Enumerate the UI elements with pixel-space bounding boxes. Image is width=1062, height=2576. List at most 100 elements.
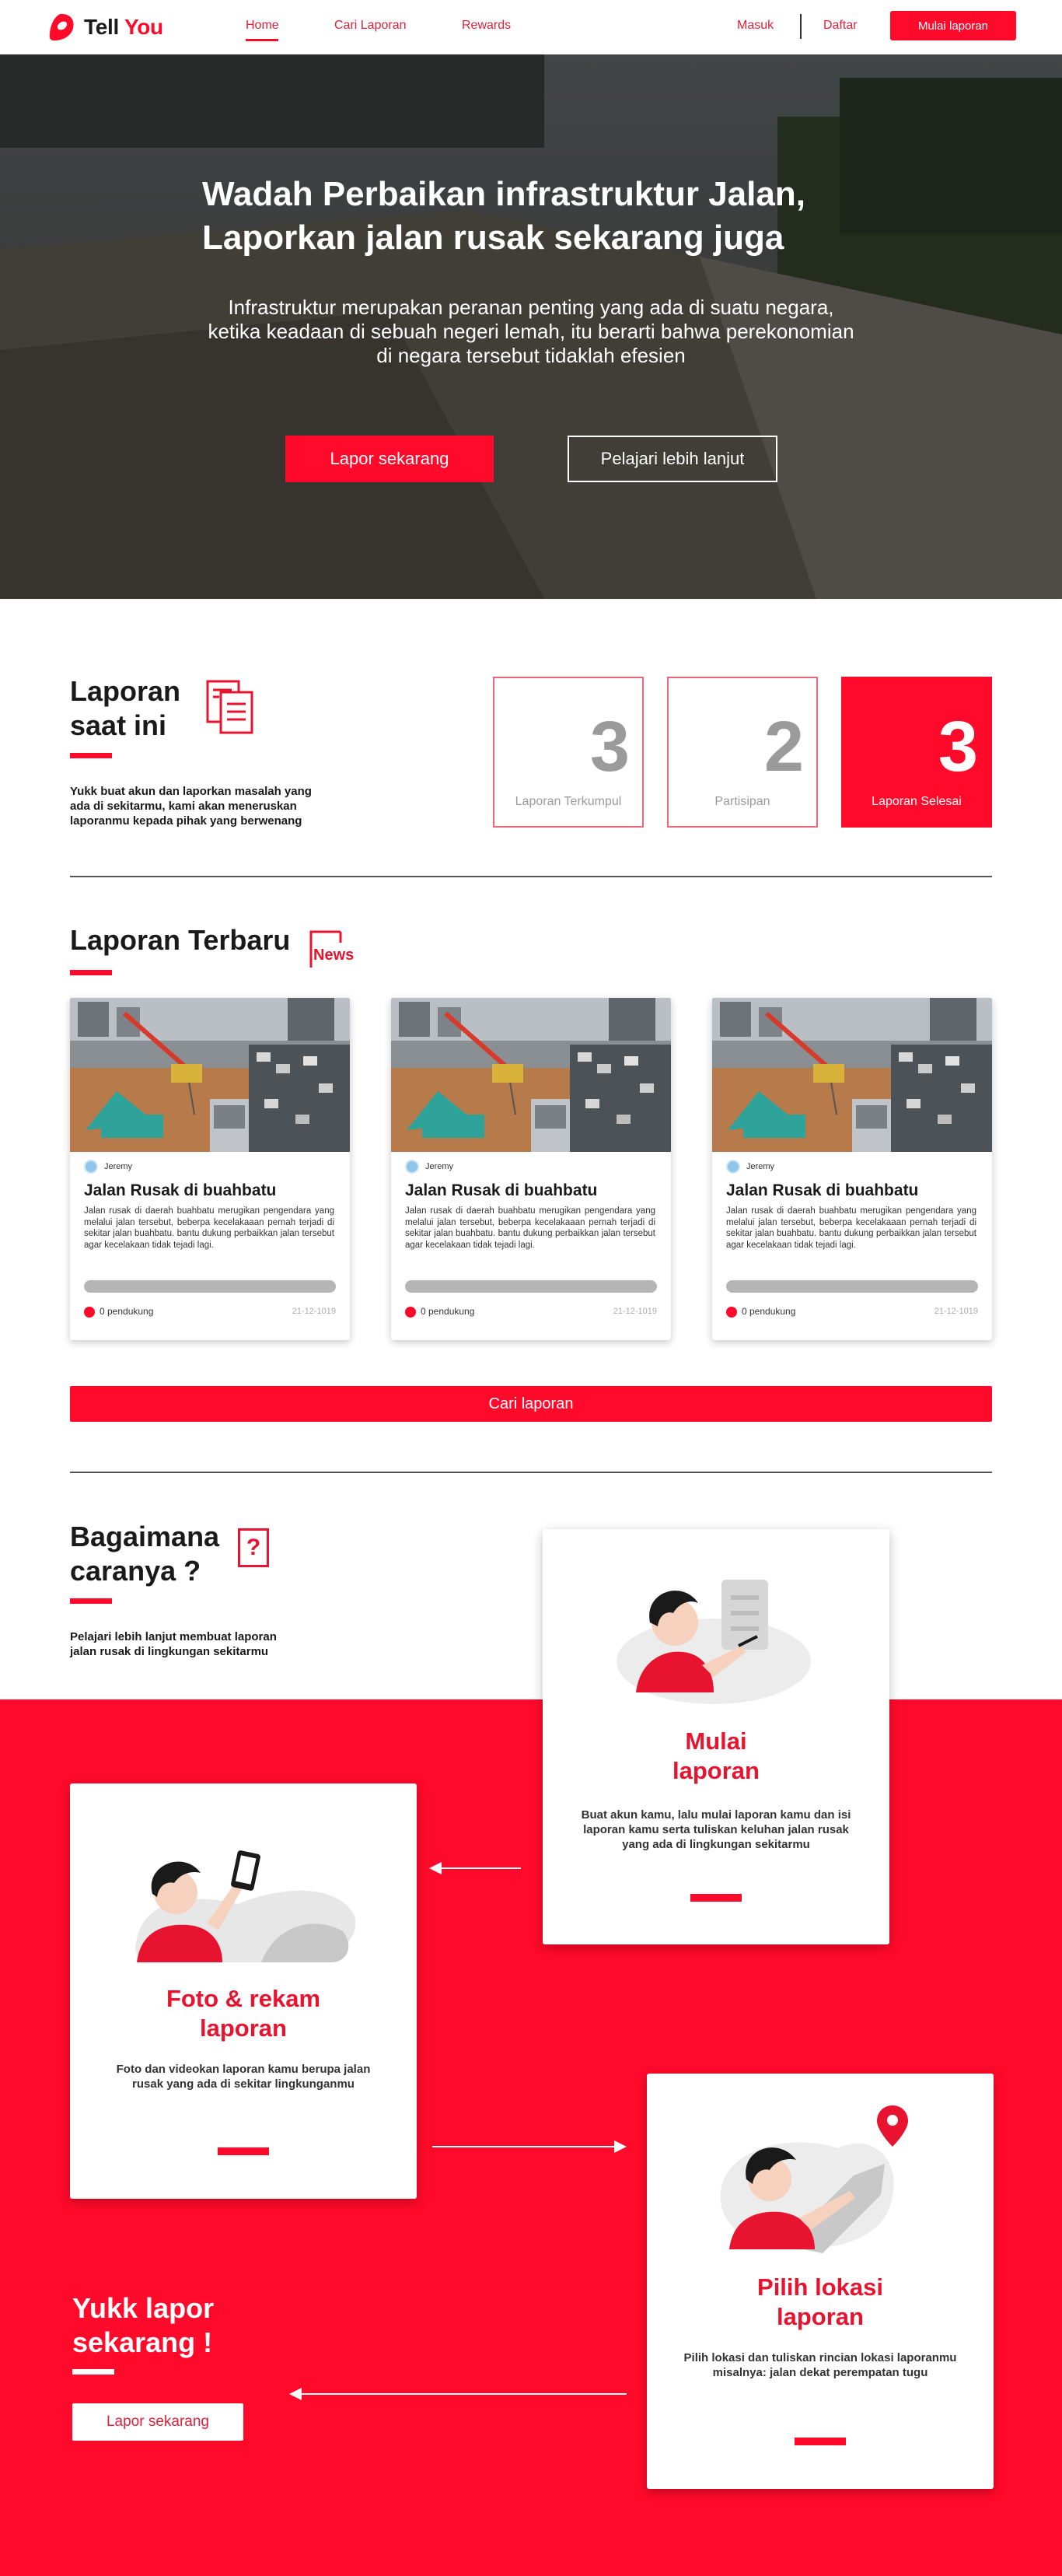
- logo[interactable]: Tell You: [47, 12, 163, 42]
- step-title: Mulai laporan: [672, 1727, 760, 1784]
- news-title[interactable]: Jalan Rusak di buahbatu: [84, 1181, 276, 1200]
- news-date: 21-12-1019: [292, 1307, 336, 1317]
- news-body: Jalan rusak di daerah buahbatu merugikan…: [84, 1206, 334, 1250]
- supporter-dot-icon: [726, 1306, 737, 1318]
- news-footer: 0 pendukung 21-12-1019: [84, 1306, 336, 1318]
- stat-card-collected: 3 Laporan Terkumpul: [493, 677, 644, 828]
- supporter-dot-icon: [84, 1306, 95, 1318]
- latest-title-underline: [70, 970, 112, 975]
- supporters: 0 pendukung: [726, 1306, 795, 1318]
- supporters: 0 pendukung: [84, 1306, 153, 1318]
- nav-active-indicator: [246, 39, 278, 41]
- person-taking-photo-illustration: [135, 1850, 356, 1962]
- section-divider: [70, 1472, 992, 1473]
- news-title[interactable]: Jalan Rusak di buahbatu: [726, 1181, 918, 1200]
- stat-card-participants: 2 Partisipan: [667, 677, 818, 828]
- construction-photo: [70, 998, 350, 1152]
- step-card-start-report: Mulai laporan Buat akun kamu, lalu mulai…: [543, 1529, 889, 1944]
- news-badge: News: [309, 930, 358, 969]
- step-title: Pilih lokasi laporan: [757, 2273, 883, 2330]
- top-navbar: Tell You Home Cari Laporan Rewards Masuk…: [0, 0, 1062, 54]
- cta-title: Yukk lapor sekarang !: [72, 2292, 215, 2358]
- howto-title: Bagaimana caranya ?: [70, 1521, 220, 1587]
- supporters-count: 0 pendukung: [421, 1306, 475, 1317]
- arrow-left-icon: [289, 2388, 627, 2400]
- avatar: [84, 1160, 98, 1174]
- news-date: 21-12-1019: [613, 1307, 657, 1317]
- search-reports-button[interactable]: Cari laporan: [70, 1386, 992, 1422]
- logo-icon: [49, 13, 74, 41]
- stat-label: Partisipan: [714, 795, 770, 808]
- stat-label: Laporan Terkumpul: [515, 795, 622, 808]
- construction-photo: [712, 998, 992, 1152]
- news-body: Jalan rusak di daerah buahbatu merugikan…: [405, 1206, 655, 1250]
- arrow-right-icon: [432, 2140, 627, 2153]
- nav-cari-laporan[interactable]: Cari Laporan: [334, 19, 407, 33]
- step-bar: [795, 2438, 846, 2445]
- step-bar: [690, 1894, 742, 1902]
- news-title[interactable]: Jalan Rusak di buahbatu: [405, 1181, 597, 1200]
- news-date: 21-12-1019: [934, 1307, 978, 1317]
- document-icon: [206, 680, 253, 734]
- stat-card-completed: 3 Laporan Selesai: [841, 677, 992, 828]
- howto-title-underline: [70, 1598, 112, 1604]
- hero-subtitle: Infrastruktur merupakan peranan penting …: [208, 296, 854, 367]
- logo-text: Tell You: [84, 15, 163, 39]
- stat-label: Laporan Selesai: [872, 795, 962, 808]
- person-map-location-illustration: [720, 2105, 908, 2253]
- support-progress-bar: [726, 1280, 978, 1293]
- stat-value: 3: [938, 707, 978, 786]
- avatar: [405, 1160, 419, 1174]
- start-report-button[interactable]: Mulai laporan: [890, 11, 1016, 40]
- news-card[interactable]: Jeremy Jalan Rusak di buahbatu Jalan rusak…: [712, 998, 992, 1340]
- hero-section: Wadah Perbaikan infrastruktur Jalan, Lap…: [0, 54, 1062, 599]
- supporter-dot-icon: [405, 1306, 416, 1318]
- news-author: Jeremy: [405, 1160, 453, 1174]
- step-description: Pilih lokasi dan tuliskan rincian lokasi…: [683, 2351, 957, 2379]
- supporters-count: 0 pendukung: [742, 1306, 796, 1317]
- news-author: Jeremy: [84, 1160, 132, 1174]
- news-body: Jalan rusak di daerah buahbatu merugikan…: [726, 1206, 976, 1250]
- author-name: Jeremy: [425, 1162, 454, 1171]
- step-title: Foto & rekam laporan: [166, 1985, 321, 2042]
- stat-value: 3: [589, 707, 630, 786]
- news-card[interactable]: Jeremy Jalan Rusak di buahbatu Jalan rusak…: [391, 998, 671, 1340]
- stat-value: 2: [763, 707, 804, 786]
- nav-rewards[interactable]: Rewards: [462, 19, 511, 33]
- news-footer: 0 pendukung 21-12-1019: [726, 1306, 978, 1318]
- howto-description: Pelajari lebih lanjut membuat laporan ja…: [70, 1630, 277, 1658]
- nav-divider: [800, 14, 802, 39]
- avatar: [726, 1160, 740, 1174]
- login-link[interactable]: Masuk: [737, 19, 774, 33]
- support-progress-bar: [84, 1280, 336, 1293]
- step-card-choose-location: Pilih lokasi laporan Pilih lokasi dan tu…: [647, 2074, 994, 2489]
- register-link[interactable]: Daftar: [823, 19, 858, 33]
- arrow-left-icon: [429, 1862, 521, 1874]
- supporters-count: 0 pendukung: [100, 1306, 154, 1317]
- news-author: Jeremy: [726, 1160, 774, 1174]
- support-progress-bar: [405, 1280, 657, 1293]
- cta-underline: [72, 2369, 114, 2375]
- stats-description: Yukk buat akun dan laporkan masalah yang…: [70, 785, 312, 828]
- step-description: Foto dan videokan laporan kamu berupa ja…: [116, 2063, 371, 2091]
- news-footer: 0 pendukung 21-12-1019: [405, 1306, 657, 1318]
- supporters: 0 pendukung: [405, 1306, 474, 1318]
- news-card[interactable]: Jeremy Jalan Rusak di buahbatu Jalan rusak…: [70, 998, 350, 1340]
- report-now-button[interactable]: Lapor sekarang: [285, 436, 494, 482]
- person-writing-illustration: [617, 1580, 811, 1704]
- stats-title: Laporan saat ini: [70, 675, 181, 741]
- section-divider: [70, 876, 992, 877]
- latest-title: Laporan Terbaru: [70, 924, 291, 956]
- author-name: Jeremy: [746, 1162, 775, 1171]
- author-name: Jeremy: [104, 1162, 133, 1171]
- step-bar: [218, 2147, 269, 2155]
- step-description: Buat akun kamu, lalu mulai laporan kamu …: [581, 1808, 851, 1851]
- learn-more-button[interactable]: Pelajari lebih lanjut: [568, 436, 777, 482]
- step-card-photo-record: Foto & rekam laporan Foto dan videokan l…: [70, 1783, 417, 2199]
- question-icon: ?: [238, 1528, 269, 1567]
- construction-photo: [391, 998, 671, 1152]
- stats-title-underline: [70, 753, 112, 758]
- nav-home[interactable]: Home: [246, 19, 279, 33]
- hero-title: Wadah Perbaikan infrastruktur Jalan, Lap…: [202, 175, 805, 257]
- cta-report-now-button[interactable]: Lapor sekarang: [72, 2403, 243, 2441]
